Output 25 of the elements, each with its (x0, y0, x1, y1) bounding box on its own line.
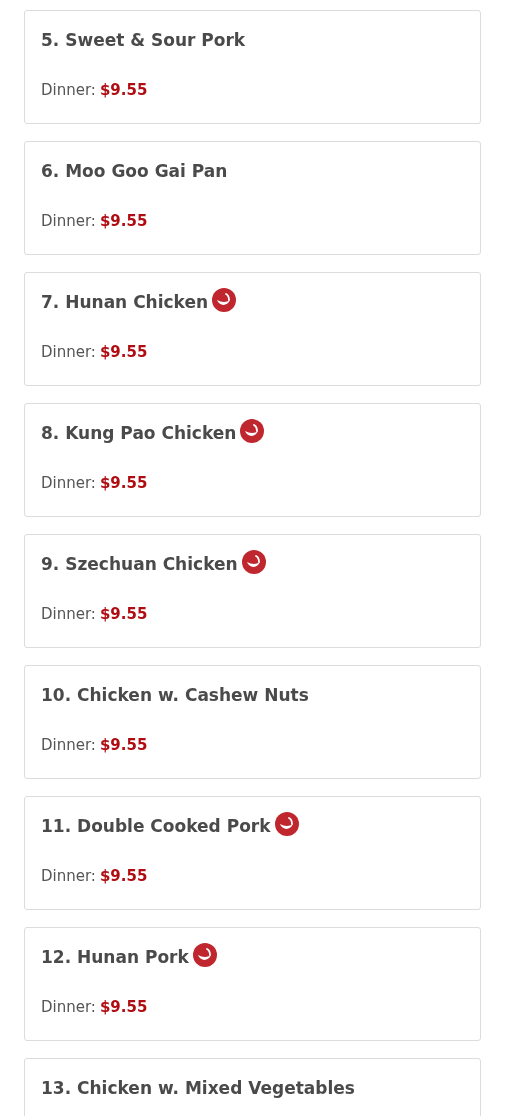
dish-name: 9. Szechuan Chicken (41, 553, 238, 577)
price: $9.55 (99, 473, 148, 494)
price-label: Dinner: (41, 735, 96, 756)
dish-name: 12. Hunan Pork (41, 946, 189, 970)
dish-name: 7. Hunan Chicken (41, 291, 209, 315)
price-label: Dinner: (41, 80, 96, 101)
dish-name: 10. Chicken w. Cashew Nuts (41, 684, 309, 708)
price-label: Dinner: (41, 211, 96, 232)
price: $9.55 (99, 342, 148, 363)
price-label: Dinner: (41, 866, 96, 887)
price: $9.55 (99, 80, 148, 101)
price-label: Dinner: (41, 604, 96, 625)
price-label: Dinner: (41, 473, 96, 494)
dish-name: 6. Moo Goo Gai Pan (41, 160, 228, 184)
price: $9.55 (99, 866, 148, 887)
price: $9.55 (99, 604, 148, 625)
dish-name: 11. Double Cooked Pork (41, 815, 271, 839)
price: $9.55 (99, 735, 148, 756)
price: $9.55 (99, 211, 148, 232)
price-label: Dinner: (41, 342, 96, 363)
price: $9.55 (99, 997, 148, 1018)
dish-name: 5. Sweet & Sour Pork (41, 29, 246, 53)
dish-name: 13. Chicken w. Mixed Vegetables (41, 1077, 355, 1101)
price-label: Dinner: (41, 997, 96, 1018)
dish-name: 8. Kung Pao Chicken (41, 422, 237, 446)
